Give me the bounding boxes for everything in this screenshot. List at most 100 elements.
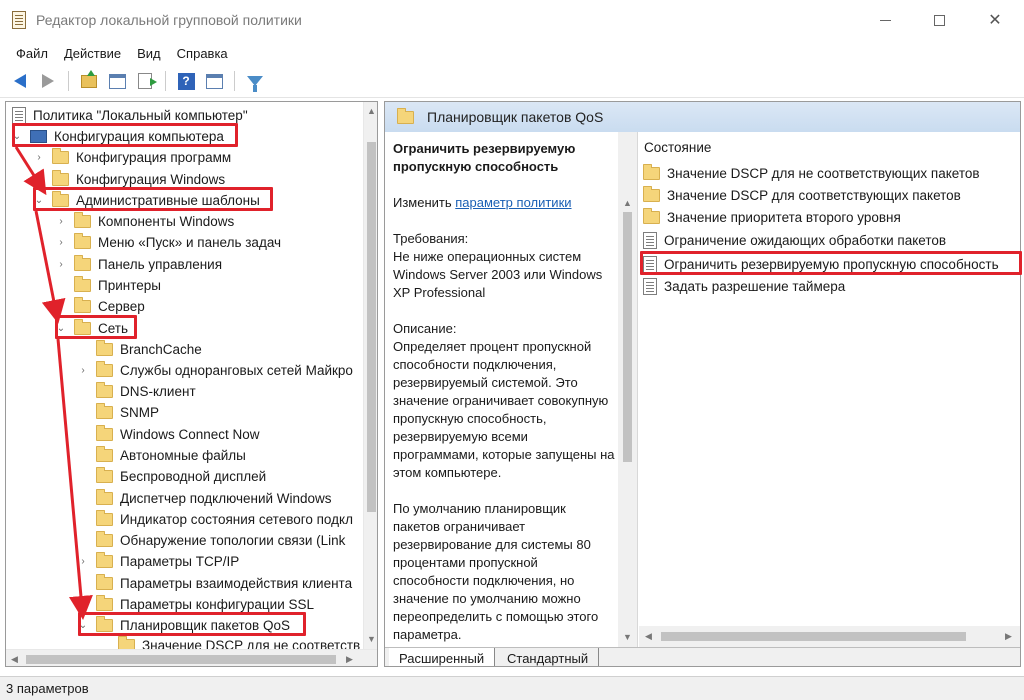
chevron-down-icon[interactable]: ⌄ <box>56 323 66 334</box>
list-item[interactable]: Значение приоритета второго уровня <box>643 207 901 228</box>
scroll-thumb[interactable] <box>367 142 376 512</box>
tab-standard[interactable]: Стандартный <box>497 648 600 666</box>
scroll-up-icon[interactable]: ▲ <box>367 106 376 116</box>
tree-item-software-settings[interactable]: › Конфигурация программ <box>34 147 231 168</box>
toolbar-divider <box>0 97 1024 98</box>
tree-item-start-menu[interactable]: › Меню «Пуск» и панель задач <box>56 232 281 253</box>
folder-up-icon <box>81 69 97 88</box>
description-scrollbar[interactable]: ▲ ▼ <box>618 132 637 647</box>
folder-icon <box>74 297 91 313</box>
tree-item-dns-client[interactable]: DNS-клиент <box>78 381 196 402</box>
chevron-right-icon[interactable]: › <box>34 174 44 185</box>
tree-item-printers[interactable]: Принтеры <box>56 275 161 296</box>
menu-action[interactable]: Действие <box>56 46 129 61</box>
help-button[interactable]: ? <box>174 69 198 93</box>
show-pane-button[interactable] <box>105 69 129 93</box>
tree-root[interactable]: Политика "Локальный компьютер" <box>12 105 248 126</box>
scroll-down-icon[interactable]: ▼ <box>367 634 376 644</box>
requirements-text: Требования: Не ниже операционных систем … <box>393 231 603 300</box>
forward-button[interactable] <box>36 69 60 93</box>
tree-item-label: Планировщик пакетов QoS <box>120 618 290 633</box>
menu-help[interactable]: Справка <box>169 46 236 61</box>
tree-item-lltd[interactable]: Обнаружение топологии связи (Link <box>78 530 345 551</box>
tree-horizontal-scrollbar[interactable]: ◀ ▶ <box>6 649 377 666</box>
tree-item-p2p[interactable]: › Службы одноранговых сетей Майкро <box>78 360 353 381</box>
chevron-down-icon[interactable]: ⌄ <box>78 620 88 631</box>
tree-item-snmp[interactable]: SNMP <box>78 402 159 423</box>
policy-title: Ограничить резервируемую пропускную спос… <box>393 141 576 174</box>
back-button[interactable] <box>8 69 32 93</box>
filter-button[interactable] <box>243 69 267 93</box>
tree-item-client-interaction[interactable]: Параметры взаимодействия клиента <box>78 573 352 594</box>
list-item[interactable]: Задать разрешение таймера <box>643 276 845 297</box>
chevron-right-icon[interactable]: › <box>78 365 88 376</box>
list-item[interactable]: Ограничение ожидающих обработки пакетов <box>643 230 946 251</box>
tree-item-windows-components[interactable]: › Компоненты Windows <box>56 211 234 232</box>
scroll-right-icon[interactable]: ▶ <box>1005 631 1012 642</box>
scroll-up-icon[interactable]: ▲ <box>623 198 632 208</box>
tree-item-computer-config[interactable]: ⌄ Конфигурация компьютера <box>12 126 224 147</box>
tree-item-label: Панель управления <box>98 257 223 272</box>
up-level-button[interactable] <box>77 69 101 93</box>
tree-item-label: Меню «Пуск» и панель задач <box>98 235 282 250</box>
tree-item-label: Параметры конфигурации SSL <box>120 597 315 612</box>
tree-item-offline-files[interactable]: Автономные файлы <box>78 445 246 466</box>
tree-item-qos-scheduler[interactable]: ⌄ Планировщик пакетов QoS <box>78 615 290 636</box>
folder-icon <box>52 148 69 164</box>
list-horizontal-scrollbar[interactable]: ◀ ▶ <box>639 626 1020 647</box>
chevron-down-icon[interactable]: ⌄ <box>34 195 44 206</box>
tab-extended[interactable]: Расширенный <box>389 648 496 666</box>
tree-item-network-status[interactable]: Индикатор состояния сетевого подкл <box>78 509 353 530</box>
tree-item-windows-settings[interactable]: › Конфигурация Windows <box>34 169 225 190</box>
tree-item-control-panel[interactable]: › Панель управления <box>56 254 222 275</box>
chevron-right-icon[interactable]: › <box>34 152 44 163</box>
chevron-down-icon[interactable]: ⌄ <box>12 131 22 142</box>
tree-item-connection-manager[interactable]: Диспетчер подключений Windows <box>78 488 332 509</box>
edit-policy-link[interactable]: параметр политики <box>455 195 571 210</box>
chevron-right-icon[interactable]: › <box>56 237 66 248</box>
tree-item-label: Индикатор состояния сетевого подкл <box>120 512 353 527</box>
tree-item-label: Конфигурация компьютера <box>54 129 224 144</box>
tree-vertical-scrollbar[interactable]: ▲ ▼ <box>363 102 377 649</box>
maximize-button[interactable] <box>916 4 962 36</box>
list-item-selected[interactable]: Ограничить резервируемую пропускную спос… <box>643 254 999 275</box>
scroll-thumb[interactable] <box>26 655 336 664</box>
tree-item-network[interactable]: ⌄ Сеть <box>56 318 128 339</box>
tree-item-wireless-display[interactable]: Беспроводной дисплей <box>78 466 266 487</box>
list-item-label: Значение приоритета второго уровня <box>667 210 901 225</box>
extended-view-button[interactable] <box>202 69 226 93</box>
details-header-title: Планировщик пакетов QoS <box>427 109 604 125</box>
chevron-right-icon[interactable]: › <box>56 216 66 227</box>
tree-item-tcpip[interactable]: › Параметры TCP/IP <box>78 551 239 572</box>
tree-item-windows-connect-now[interactable]: Windows Connect Now <box>78 424 260 445</box>
chevron-right-icon[interactable]: › <box>56 259 66 270</box>
scroll-left-icon[interactable]: ◀ <box>11 654 18 665</box>
scroll-left-icon[interactable]: ◀ <box>645 631 652 642</box>
scroll-thumb[interactable] <box>661 632 966 641</box>
export-button[interactable] <box>133 69 157 93</box>
menu-view[interactable]: Вид <box>129 46 169 61</box>
column-header-state[interactable]: Состояние <box>644 140 711 155</box>
close-button[interactable]: ✕ <box>972 4 1018 36</box>
setting-icon <box>643 256 657 273</box>
edit-policy-line: Изменить параметр политики <box>393 194 615 212</box>
list-item[interactable]: Значение DSCP для не соответствующих пак… <box>643 163 980 184</box>
list-item[interactable]: Значение DSCP для соответствующих пакето… <box>643 185 961 206</box>
minimize-button[interactable] <box>862 4 908 36</box>
tree-item-ssl-config[interactable]: Параметры конфигурации SSL <box>78 594 314 615</box>
scroll-down-icon[interactable]: ▼ <box>623 632 632 642</box>
scroll-thumb[interactable] <box>623 212 632 462</box>
setting-icon <box>643 232 657 249</box>
description-text: Ограничить резервируемую пропускную спос… <box>393 140 615 644</box>
chevron-right-icon[interactable]: › <box>78 556 88 567</box>
scroll-right-icon[interactable]: ▶ <box>346 654 353 665</box>
folder-icon <box>52 191 69 207</box>
tree-item-server[interactable]: Сервер <box>56 296 145 317</box>
minimize-icon <box>879 19 891 21</box>
tree-item-admin-templates[interactable]: ⌄ Административные шаблоны <box>34 190 260 211</box>
status-bar: 3 параметров <box>0 676 1024 700</box>
details-pane: Планировщик пакетов QoS Ограничить резер… <box>384 101 1021 667</box>
computer-icon <box>30 130 47 146</box>
menu-file[interactable]: Файл <box>8 46 56 61</box>
tree-item-branchcache[interactable]: BranchCache <box>78 339 202 360</box>
